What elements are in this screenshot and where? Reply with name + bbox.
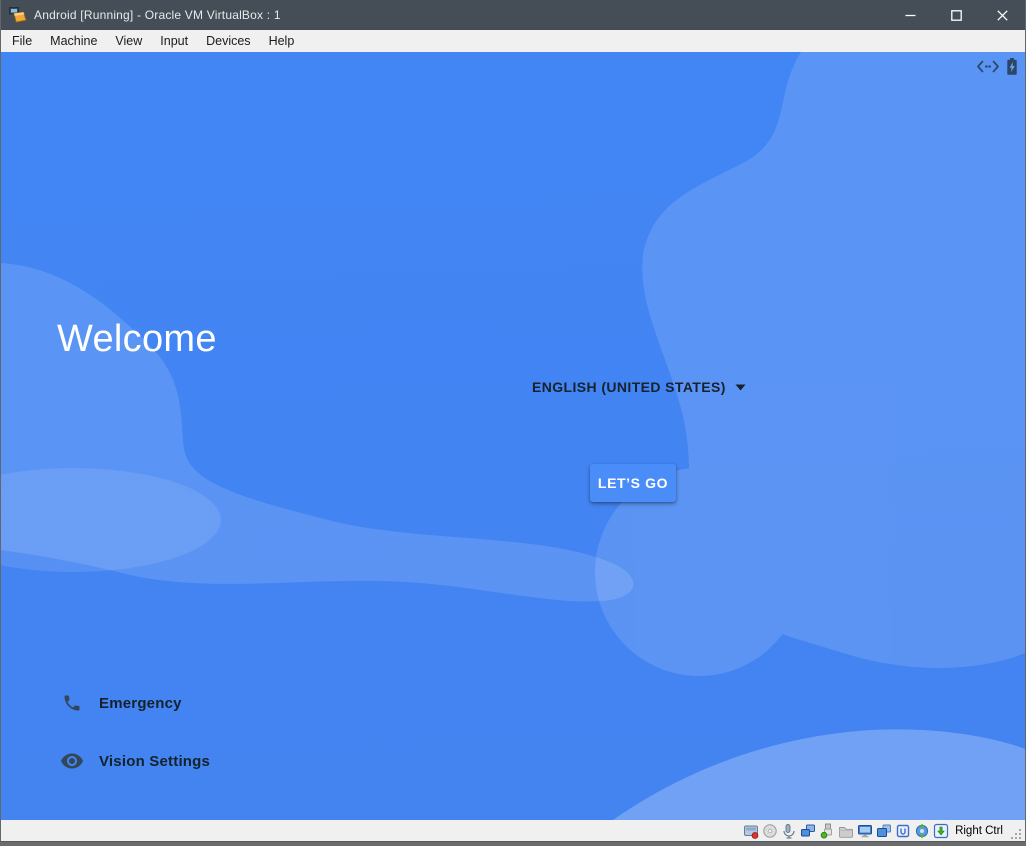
recording-icon[interactable] bbox=[876, 823, 892, 839]
close-icon bbox=[997, 10, 1008, 21]
vm-screen: Welcome ENGLISH (UNITED STATES) LET’S GO… bbox=[1, 52, 1025, 820]
emergency-label: Emergency bbox=[99, 695, 182, 712]
menu-devices[interactable]: Devices bbox=[197, 30, 259, 52]
language-selector[interactable]: ENGLISH (UNITED STATES) bbox=[532, 376, 746, 398]
menu-file[interactable]: File bbox=[3, 30, 41, 52]
welcome-heading: Welcome bbox=[57, 318, 217, 361]
host-key-label: Right Ctrl bbox=[955, 825, 1003, 837]
menu-input[interactable]: Input bbox=[151, 30, 197, 52]
virtualbox-vm-icon bbox=[9, 7, 27, 23]
close-button[interactable] bbox=[979, 0, 1025, 30]
menubar: File Machine View Input Devices Help bbox=[1, 30, 1025, 52]
shared-folders-icon[interactable] bbox=[838, 823, 854, 839]
android-statusbar bbox=[977, 58, 1018, 75]
phone-icon bbox=[59, 693, 85, 713]
mouse-integration-icon[interactable] bbox=[914, 823, 930, 839]
vision-settings-label: Vision Settings bbox=[99, 753, 210, 770]
developer-mode-icon bbox=[977, 60, 999, 73]
display-icon[interactable] bbox=[857, 823, 873, 839]
keyboard-icon[interactable] bbox=[933, 823, 949, 839]
maximize-button[interactable] bbox=[933, 0, 979, 30]
menu-help[interactable]: Help bbox=[260, 30, 304, 52]
usb-icon[interactable] bbox=[819, 823, 835, 839]
titlebar[interactable]: Android [Running] - Oracle VM VirtualBox… bbox=[1, 0, 1025, 30]
minimize-button[interactable] bbox=[887, 0, 933, 30]
battery-charging-icon bbox=[1006, 58, 1018, 75]
features-icon[interactable] bbox=[895, 823, 911, 839]
virtualbox-window: Android [Running] - Oracle VM VirtualBox… bbox=[0, 0, 1026, 842]
audio-icon[interactable] bbox=[781, 823, 797, 839]
emergency-link[interactable]: Emergency bbox=[59, 693, 182, 713]
network-icon[interactable] bbox=[800, 823, 816, 839]
chevron-down-icon bbox=[735, 384, 746, 391]
menu-view[interactable]: View bbox=[106, 30, 151, 52]
window-title: Android [Running] - Oracle VM VirtualBox… bbox=[34, 8, 281, 22]
lets-go-button[interactable]: LET’S GO bbox=[590, 464, 676, 502]
lets-go-label: LET’S GO bbox=[598, 475, 668, 491]
vision-settings-link[interactable]: Vision Settings bbox=[59, 749, 210, 773]
language-selector-label: ENGLISH (UNITED STATES) bbox=[532, 379, 726, 395]
hard-disks-icon[interactable] bbox=[743, 823, 759, 839]
optical-drives-icon[interactable] bbox=[762, 823, 778, 839]
eye-icon bbox=[59, 749, 85, 773]
statusbar: Right Ctrl bbox=[1, 820, 1025, 841]
minimize-icon bbox=[905, 10, 916, 21]
resize-grip[interactable] bbox=[1010, 828, 1023, 841]
maximize-icon bbox=[951, 10, 962, 21]
menu-machine[interactable]: Machine bbox=[41, 30, 106, 52]
